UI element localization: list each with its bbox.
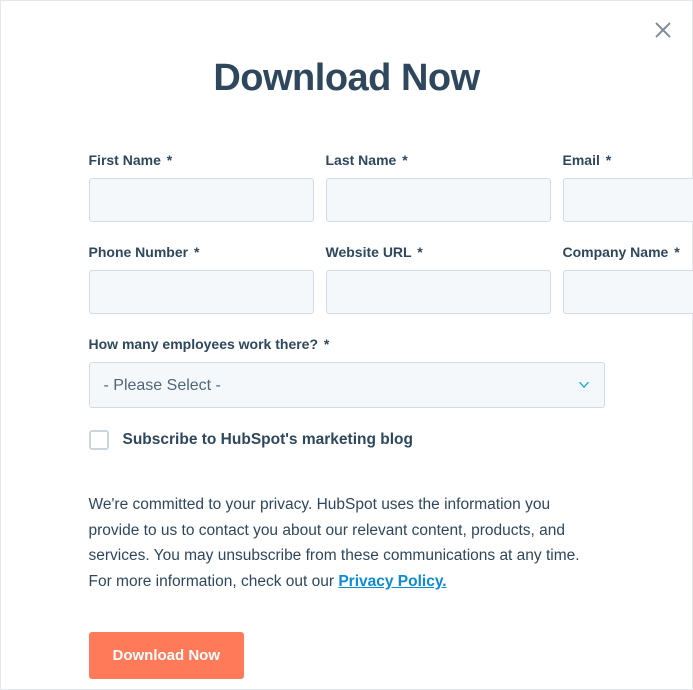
label-last-name: Last Name * xyxy=(326,152,551,168)
input-last-name[interactable] xyxy=(326,178,551,222)
checkbox-subscribe[interactable] xyxy=(89,430,109,450)
label-text: Email xyxy=(563,152,600,168)
form-row-1: First Name * Last Name * Email * xyxy=(89,152,605,222)
field-phone: Phone Number * xyxy=(89,244,314,314)
label-company: Company Name * xyxy=(563,244,693,260)
form-row-2: Phone Number * Website URL * Company Nam… xyxy=(89,244,605,314)
label-text: Phone Number xyxy=(89,244,189,260)
select-employees[interactable]: - Please Select - xyxy=(89,362,605,408)
label-text: Company Name xyxy=(563,244,669,260)
input-phone[interactable] xyxy=(89,270,314,314)
input-company[interactable] xyxy=(563,270,693,314)
label-first-name: First Name * xyxy=(89,152,314,168)
form: First Name * Last Name * Email * xyxy=(89,152,605,679)
download-button[interactable]: Download Now xyxy=(89,632,245,679)
required-mark: * xyxy=(402,152,407,168)
download-modal: Download Now First Name * Last Name * Em… xyxy=(0,0,693,690)
required-mark: * xyxy=(674,244,679,260)
privacy-text: We're committed to your privacy. HubSpot… xyxy=(89,492,605,594)
privacy-body: We're committed to your privacy. HubSpot… xyxy=(89,496,580,590)
label-phone: Phone Number * xyxy=(89,244,314,260)
label-text: Website URL xyxy=(326,244,412,260)
required-mark: * xyxy=(417,244,422,260)
label-text: Last Name xyxy=(326,152,397,168)
label-email: Email * xyxy=(563,152,693,168)
checkbox-row-subscribe: Subscribe to HubSpot's marketing blog xyxy=(89,430,605,450)
close-icon[interactable] xyxy=(652,19,674,41)
required-mark: * xyxy=(167,152,172,168)
required-mark: * xyxy=(324,336,329,352)
field-website: Website URL * xyxy=(326,244,551,314)
label-website: Website URL * xyxy=(326,244,551,260)
label-employees: How many employees work there? * xyxy=(89,336,605,352)
input-website[interactable] xyxy=(326,270,551,314)
label-text: First Name xyxy=(89,152,161,168)
field-first-name: First Name * xyxy=(89,152,314,222)
label-text: How many employees work there? xyxy=(89,336,319,352)
checkbox-label-subscribe: Subscribe to HubSpot's marketing blog xyxy=(123,431,413,449)
form-row-3: How many employees work there? * - Pleas… xyxy=(89,336,605,408)
required-mark: * xyxy=(606,152,611,168)
field-employees: How many employees work there? * - Pleas… xyxy=(89,336,605,408)
input-email[interactable] xyxy=(563,178,693,222)
required-mark: * xyxy=(194,244,199,260)
field-email: Email * xyxy=(563,152,693,222)
privacy-policy-link[interactable]: Privacy Policy. xyxy=(338,573,446,590)
field-company: Company Name * xyxy=(563,244,693,314)
select-wrap-employees: - Please Select - xyxy=(89,362,605,408)
modal-title: Download Now xyxy=(1,57,692,100)
field-last-name: Last Name * xyxy=(326,152,551,222)
input-first-name[interactable] xyxy=(89,178,314,222)
